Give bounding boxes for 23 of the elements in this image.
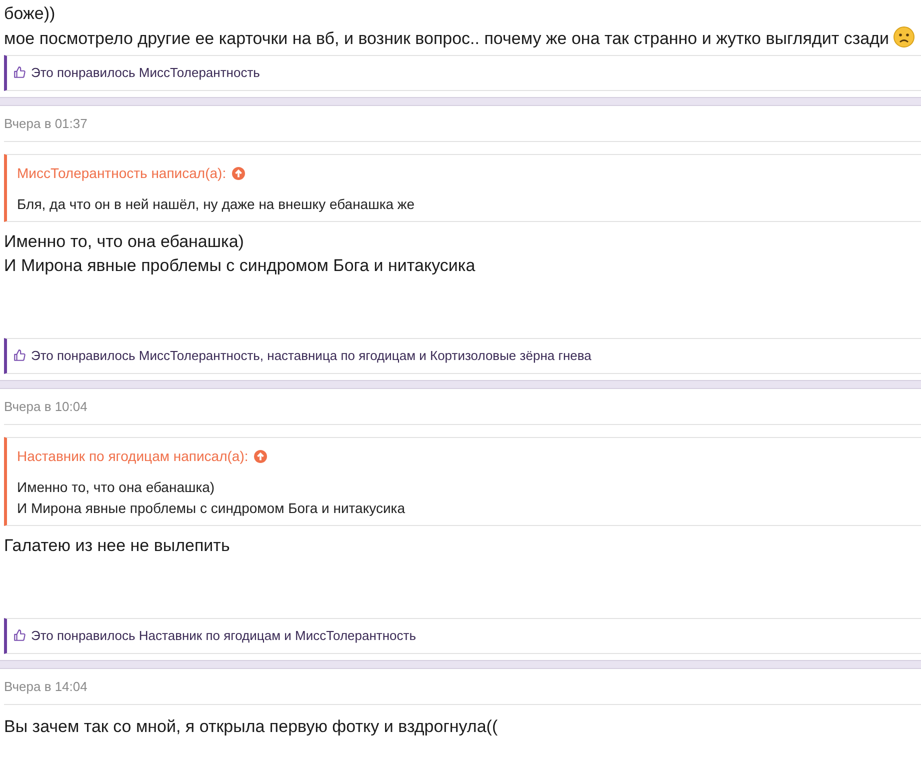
post-date: Вчера в 01:37 bbox=[4, 106, 921, 142]
quote-author: МиссТолерантность написал(а): bbox=[17, 164, 226, 183]
post-text: Галатею из нее не вылепить bbox=[4, 535, 231, 557]
sad-face-icon bbox=[893, 26, 916, 48]
post-text: Именно то, что она ебанашка) bbox=[4, 231, 245, 253]
likes-text: Это понравилось МиссТолерантность bbox=[31, 64, 260, 82]
post-date: Вчера в 14:04 bbox=[4, 668, 921, 705]
quote-text: И Мирона явные проблемы с синдромом Бога и нитакусика bbox=[17, 499, 406, 518]
quote-author: Наставник по ягодицам написал(а): bbox=[17, 447, 248, 466]
quote-text: Бля, да что он в ней нашёл, ну даже на внешку ебанашка же bbox=[17, 195, 416, 214]
thumbs-up-icon bbox=[13, 349, 26, 362]
thumbs-up-icon bbox=[13, 66, 26, 80]
post-text: боже)) bbox=[4, 3, 56, 25]
post-text: мое посмотрело другие ее карточки на вб, и возник вопрос.. почему же она так странно и жутко выглядит сзади bbox=[4, 26, 921, 51]
quote-text: Именно то, что она ебанашка) bbox=[17, 478, 216, 497]
post-date: Вчера в 10:04 bbox=[4, 388, 921, 425]
post-text: И Мирона явные проблемы с синдромом Бога и нитакусика bbox=[4, 255, 476, 277]
thumbs-up-icon bbox=[13, 629, 26, 642]
arrow-up-circle-icon[interactable] bbox=[254, 450, 268, 463]
post-text: Вы зачем так со мной, я открыла первую фотку и вздрогнула(( bbox=[4, 716, 499, 738]
likes-text: Это понравилось Наставник по ягодицам и МиссТолерантность bbox=[31, 627, 416, 645]
likes-text: Это понравилось МиссТолерантность, наставница по ягодицам и Кортизоловые зёрна гнева bbox=[31, 347, 592, 365]
arrow-up-circle-icon[interactable] bbox=[232, 167, 246, 180]
